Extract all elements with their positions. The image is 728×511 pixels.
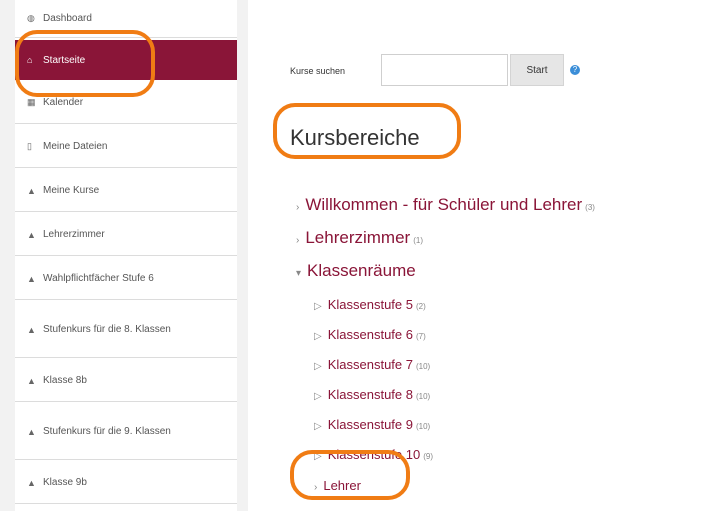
category-label[interactable]: Klassenstufe 8: [328, 387, 413, 402]
sidebar-item-label: Meine Kurse: [43, 185, 100, 196]
category-count: (1): [413, 236, 423, 245]
sidebar-item-stufenkurs-9[interactable]: ▲ Stufenkurs für die 9. Klassen: [15, 404, 237, 460]
sidebar-item-wahlpflicht[interactable]: ▲ Wahlpflichtfächer Stufe 6: [15, 258, 237, 300]
sidebar-item-dashboard[interactable]: ◍ Dashboard: [15, 0, 237, 38]
category-label[interactable]: Klassenstufe 5: [328, 297, 413, 312]
graduation-cap-icon: ▲: [27, 477, 36, 488]
tachometer-icon: ◍: [27, 13, 35, 23]
page-title: Kursbereiche: [290, 125, 420, 150]
category-count: (10): [415, 362, 431, 371]
category-count: (10): [415, 422, 431, 431]
question-circle-icon[interactable]: ?: [570, 65, 580, 75]
sidebar-item-label: Meine Dateien: [43, 141, 108, 152]
sidebar-item-meine-dateien[interactable]: ▯ Meine Dateien: [15, 126, 237, 168]
graduation-cap-icon: ▲: [27, 185, 36, 196]
graduation-cap-icon: ▲: [27, 375, 36, 386]
category-klassenraeume[interactable]: ▾ Klassenräume: [296, 261, 416, 281]
category-label[interactable]: Lehrer: [323, 478, 361, 493]
sidebar-item-label: Stufenkurs für die 9. Klassen: [43, 426, 171, 437]
file-icon: ▯: [27, 141, 32, 151]
graduation-cap-icon: ▲: [27, 426, 36, 437]
category-klassenstufe-8[interactable]: ▷ Klassenstufe 8 (10): [314, 387, 430, 402]
chevron-right-icon: ▷: [314, 421, 322, 432]
graduation-cap-icon: ▲: [27, 273, 36, 284]
sidebar-item-klasse-8b[interactable]: ▲ Klasse 8b: [15, 360, 237, 402]
search-start-button[interactable]: Start: [510, 54, 564, 86]
category-willkommen[interactable]: › Willkommen - für Schüler und Lehrer (3…: [296, 195, 595, 215]
category-label[interactable]: Klassenstufe 7: [328, 357, 413, 372]
category-klassenstufe-10[interactable]: ▷ Klassenstufe 10 (9): [314, 447, 433, 462]
category-count: (3): [585, 203, 595, 212]
sidebar-item-label: Klasse 8b: [43, 375, 87, 386]
sidebar-item-kalender[interactable]: ▦ Kalender: [15, 82, 237, 124]
category-count: (9): [423, 452, 433, 461]
chevron-right-icon: ›: [296, 202, 300, 213]
sidebar-item-startseite[interactable]: ⌂ Startseite: [15, 40, 237, 80]
sidebar-item-stufenkurs-8[interactable]: ▲ Stufenkurs für die 8. Klassen: [15, 302, 237, 358]
category-count: (7): [415, 332, 426, 341]
category-klassenstufe-9[interactable]: ▷ Klassenstufe 9 (10): [314, 417, 430, 432]
chevron-right-icon: ›: [314, 482, 318, 493]
sidebar-item-label: Dashboard: [43, 13, 92, 24]
course-search-input[interactable]: [381, 54, 508, 86]
category-label[interactable]: Klassenstufe 9: [328, 417, 413, 432]
category-label[interactable]: Klassenstufe 10: [328, 447, 421, 462]
chevron-right-icon: ›: [296, 235, 300, 246]
sidebar-item-label: Wahlpflichtfächer Stufe 6: [43, 273, 154, 284]
calendar-icon: ▦: [27, 97, 36, 107]
graduation-cap-icon: ▲: [27, 324, 36, 335]
category-klassenstufe-5[interactable]: ▷ Klassenstufe 5 (2): [314, 297, 426, 312]
chevron-right-icon: ▷: [314, 391, 322, 402]
category-count: (10): [415, 392, 431, 401]
sidebar-item-meine-kurse[interactable]: ▲ Meine Kurse: [15, 170, 237, 212]
chevron-right-icon: ▷: [314, 331, 322, 342]
sidebar-item-label: Klasse 9b: [43, 477, 87, 488]
chevron-down-icon: ▾: [296, 268, 302, 279]
search-label: Kurse suchen: [290, 66, 346, 76]
chevron-right-icon: ▷: [314, 451, 322, 462]
sidebar-item-klasse-9b[interactable]: ▲ Klasse 9b: [15, 462, 237, 504]
category-lehrer[interactable]: › Lehrer: [314, 478, 361, 493]
category-label[interactable]: Lehrerzimmer: [305, 228, 410, 248]
category-label[interactable]: Klassenstufe 6: [328, 327, 413, 342]
home-icon: ⌂: [27, 55, 33, 65]
sidebar-item-label: Stufenkurs für die 8. Klassen: [43, 324, 171, 335]
chevron-right-icon: ▷: [314, 301, 322, 312]
category-label[interactable]: Willkommen - für Schüler und Lehrer: [305, 195, 582, 215]
category-klassenstufe-6[interactable]: ▷ Klassenstufe 6 (7): [314, 327, 426, 342]
category-lehrerzimmer[interactable]: › Lehrerzimmer (1): [296, 228, 423, 248]
category-klassenstufe-7[interactable]: ▷ Klassenstufe 7 (10): [314, 357, 430, 372]
category-label[interactable]: Klassenräume: [307, 261, 416, 281]
chevron-right-icon: ▷: [314, 361, 322, 372]
sidebar-item-label: Startseite: [43, 54, 86, 66]
sidebar-item-label: Kalender: [43, 97, 84, 108]
sidebar-item-label: Lehrerzimmer: [43, 229, 105, 240]
category-count: (2): [415, 302, 426, 311]
graduation-cap-icon: ▲: [27, 229, 36, 240]
sidebar-item-lehrerzimmer[interactable]: ▲ Lehrerzimmer: [15, 214, 237, 256]
